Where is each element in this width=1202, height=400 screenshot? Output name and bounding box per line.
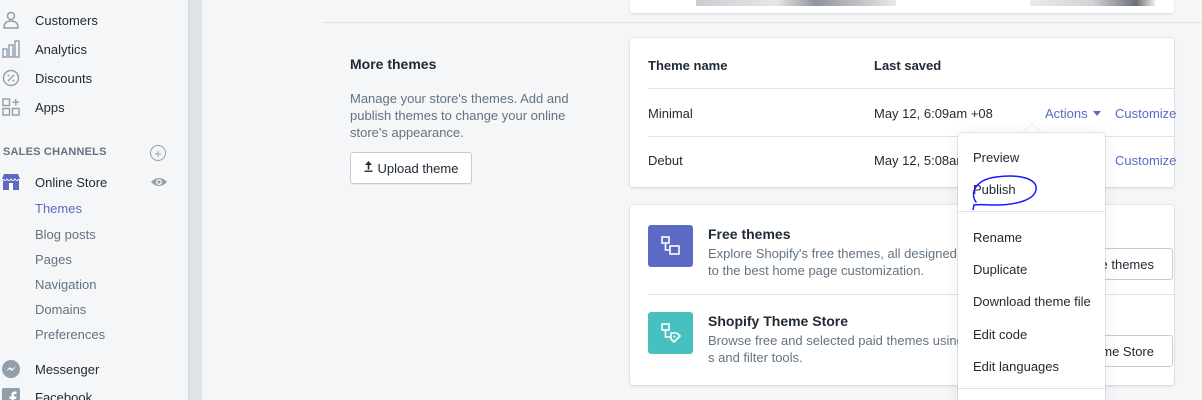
last-saved-header: Last saved	[874, 58, 942, 73]
customize-button[interactable]: Customize	[1115, 106, 1176, 121]
menu-item-duplicate[interactable]: Duplicate	[973, 262, 1027, 277]
current-theme-card	[630, 0, 1174, 13]
sidebar-item-label: Customers	[35, 12, 98, 28]
sidebar-item-label: Facebook	[35, 389, 93, 400]
sidebar-item-analytics[interactable]: Analytics	[0, 37, 87, 61]
theme-preview-mobile-image	[1030, 0, 1155, 6]
sidebar-item-label: Discounts	[35, 70, 93, 86]
sidebar-sub-domains[interactable]: Domains	[35, 299, 86, 319]
menu-item-preview[interactable]: Preview	[973, 150, 1019, 165]
menu-separator	[958, 211, 1105, 212]
facebook-icon	[0, 386, 22, 400]
menu-item-publish[interactable]: Publish	[973, 182, 1016, 197]
menu-item-edit-languages[interactable]: Edit languages	[973, 359, 1059, 374]
sidebar-item-label: Messenger	[35, 361, 100, 377]
theme-store-title: Shopify Theme Store	[708, 313, 849, 329]
last-saved-cell: May 12, 6:09am +08	[874, 106, 993, 121]
person-icon	[0, 9, 22, 31]
messenger-icon	[0, 358, 22, 380]
free-themes-icon	[648, 225, 693, 267]
sales-channels-heading: SALES CHANNELS	[3, 146, 107, 158]
apps-grid-icon	[0, 96, 22, 118]
theme-store-icon	[648, 312, 693, 354]
free-themes-description: Explore Shopify's free themes, all desig…	[708, 246, 957, 278]
sidebar-item-discounts[interactable]: Discounts	[0, 66, 92, 90]
bar-chart-icon	[0, 38, 22, 60]
more-themes-description: Manage your store's themes. Add and publ…	[350, 91, 569, 140]
sidebar-sub-pages[interactable]: Pages	[35, 249, 72, 269]
actions-dropdown-menu: Preview Publish Rename Duplicate Downloa…	[958, 133, 1105, 400]
menu-item-download-theme-file[interactable]: Download theme file	[973, 294, 1091, 309]
actions-label: Actions	[1045, 106, 1088, 121]
discount-badge-icon	[0, 67, 22, 89]
customize-button[interactable]: Customize	[1115, 153, 1176, 168]
menu-separator	[958, 388, 1105, 389]
upload-theme-label: Upload theme	[377, 160, 459, 176]
sidebar-item-label: Apps	[35, 99, 65, 115]
menu-item-edit-code[interactable]: Edit code	[973, 327, 1027, 342]
sidebar-sub-blog-posts[interactable]: Blog posts	[35, 224, 96, 244]
sidebar-divider	[188, 0, 202, 400]
plus-icon: +	[154, 145, 162, 161]
storefront-icon	[0, 171, 22, 193]
sidebar-item-messenger[interactable]: Messenger	[0, 357, 99, 381]
eye-icon[interactable]	[150, 175, 168, 189]
sidebar-item-label: Analytics	[35, 41, 88, 57]
theme-name-cell: Minimal	[648, 106, 693, 121]
menu-item-rename[interactable]: Rename	[973, 230, 1022, 245]
theme-name-header: Theme name	[648, 58, 728, 73]
section-divider	[322, 22, 1202, 23]
theme-name-cell: Debut	[648, 153, 683, 168]
free-themes-title: Free themes	[708, 226, 791, 242]
sidebar-item-label: Online Store	[35, 174, 108, 190]
sidebar-sub-preferences[interactable]: Preferences	[35, 324, 105, 344]
caret-down-icon	[1092, 111, 1101, 116]
add-sales-channel-button[interactable]: +	[150, 145, 166, 161]
sidebar-item-facebook[interactable]: Facebook	[0, 385, 92, 400]
theme-store-description: Browse free and selected paid themes usi…	[708, 333, 964, 365]
upload-theme-button[interactable]: Upload theme	[350, 152, 472, 184]
upload-arrow-icon	[364, 161, 373, 175]
last-saved-cell: May 12, 5:08am	[874, 153, 968, 168]
sidebar-item-apps[interactable]: Apps	[0, 95, 65, 119]
sidebar-item-customers[interactable]: Customers	[0, 8, 98, 32]
theme-preview-image	[696, 0, 896, 6]
sidebar: Customers Analytics Discounts Apps SALES…	[0, 0, 188, 400]
sidebar-sub-navigation[interactable]: Navigation	[35, 274, 96, 294]
more-themes-title: More themes	[350, 56, 437, 72]
sidebar-item-online-store[interactable]: Online Store	[0, 170, 107, 194]
row-divider	[648, 88, 1174, 89]
sidebar-sub-themes[interactable]: Themes	[35, 198, 82, 218]
actions-dropdown-button[interactable]: Actions	[1045, 106, 1101, 121]
